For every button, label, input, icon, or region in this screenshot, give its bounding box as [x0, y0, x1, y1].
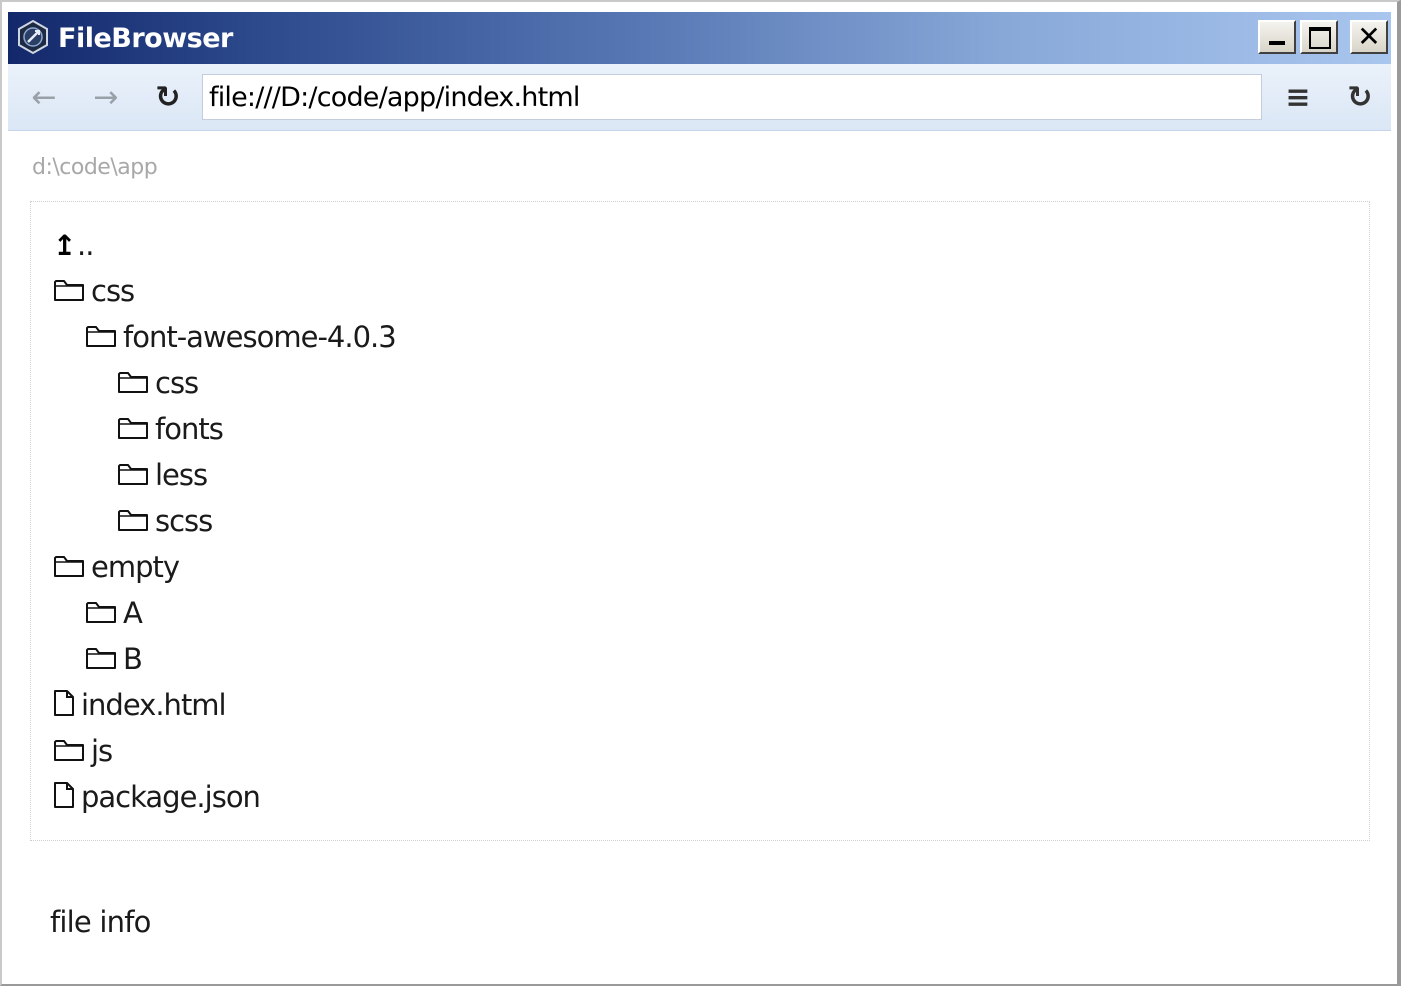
folder-icon	[53, 730, 85, 776]
tree-item-label: font-awesome-4.0.3	[123, 320, 397, 354]
tree-item-label: ..	[77, 228, 94, 262]
minimize-icon	[1269, 41, 1285, 45]
level-up-icon: ↥	[53, 229, 76, 262]
folder-icon	[117, 362, 149, 408]
folder-icon	[117, 454, 149, 500]
back-button[interactable]: ←	[24, 78, 64, 118]
tree-item-label: package.json	[81, 780, 261, 814]
tree-item-label: fonts	[155, 412, 224, 446]
filebrowser-window: FileBrowser ✕ ← → ↻ ≡ ↻ d:\code\app	[0, 0, 1401, 986]
tree-item-label: css	[155, 366, 199, 400]
arrow-right-icon: →	[93, 80, 119, 115]
tree-item-label: less	[155, 458, 208, 492]
address-bar[interactable]	[202, 74, 1262, 120]
tree-item-label: B	[123, 642, 143, 676]
close-icon: ✕	[1357, 20, 1381, 53]
tree-folder-item[interactable]: js	[53, 728, 113, 776]
tree-item-label: js	[91, 734, 113, 768]
tree-item-label: empty	[91, 550, 180, 584]
reload-button[interactable]: ↻	[148, 78, 188, 118]
tree-folder-item[interactable]: A	[85, 590, 143, 638]
tree-folder-item[interactable]: scss	[117, 498, 213, 546]
file-icon	[53, 684, 75, 730]
reload-icon: ↻	[1347, 80, 1373, 115]
maximize-icon	[1309, 27, 1331, 49]
reload-icon: ↻	[155, 80, 181, 115]
tree-item-label: index.html	[81, 688, 227, 722]
arrow-left-icon: ←	[31, 80, 57, 115]
tree-folder-item[interactable]: css	[117, 360, 199, 408]
tree-folder-item[interactable]: fonts	[117, 406, 224, 454]
tree-folder-item[interactable]: css	[53, 268, 135, 316]
tree-item-label: scss	[155, 504, 213, 538]
folder-icon	[117, 500, 149, 546]
file-info: file info	[50, 905, 151, 939]
maximize-button[interactable]	[1300, 20, 1338, 54]
folder-icon	[85, 592, 117, 638]
minimize-button[interactable]	[1258, 20, 1296, 54]
current-path: d:\code\app	[32, 155, 158, 180]
forward-button[interactable]: →	[86, 78, 126, 118]
hamburger-menu-icon: ≡	[1285, 80, 1311, 115]
window-title: FileBrowser	[58, 23, 233, 54]
file-tree: ↥.. css font-awesome-4.0.3 css fonts less scs…	[30, 201, 1370, 841]
tree-folder-item[interactable]: empty	[53, 544, 180, 592]
folder-icon	[53, 546, 85, 592]
folder-icon	[85, 638, 117, 684]
tree-item-parent[interactable]: ↥..	[53, 222, 94, 268]
refresh-button[interactable]: ↻	[1340, 78, 1380, 118]
tree-folder-item[interactable]: font-awesome-4.0.3	[85, 314, 397, 362]
title-bar[interactable]: FileBrowser ✕	[8, 12, 1391, 64]
file-icon	[53, 776, 75, 822]
page-content: d:\code\app ↥.. css font-awesome-4.0.3 css…	[8, 131, 1391, 984]
tree-item-label: css	[91, 274, 135, 308]
filebrowser-logo-icon	[18, 19, 48, 55]
folder-icon	[85, 316, 117, 362]
tree-file-item[interactable]: index.html	[53, 682, 227, 730]
tree-folder-item[interactable]: less	[117, 452, 208, 500]
browser-toolbar: ← → ↻ ≡ ↻	[8, 64, 1391, 131]
close-button[interactable]: ✕	[1350, 20, 1388, 54]
tree-folder-item[interactable]: B	[85, 636, 143, 684]
folder-icon	[117, 408, 149, 454]
tree-file-item[interactable]: package.json	[53, 774, 261, 822]
tree-item-label: A	[123, 596, 143, 630]
menu-button[interactable]: ≡	[1278, 78, 1318, 118]
folder-icon	[53, 270, 85, 316]
